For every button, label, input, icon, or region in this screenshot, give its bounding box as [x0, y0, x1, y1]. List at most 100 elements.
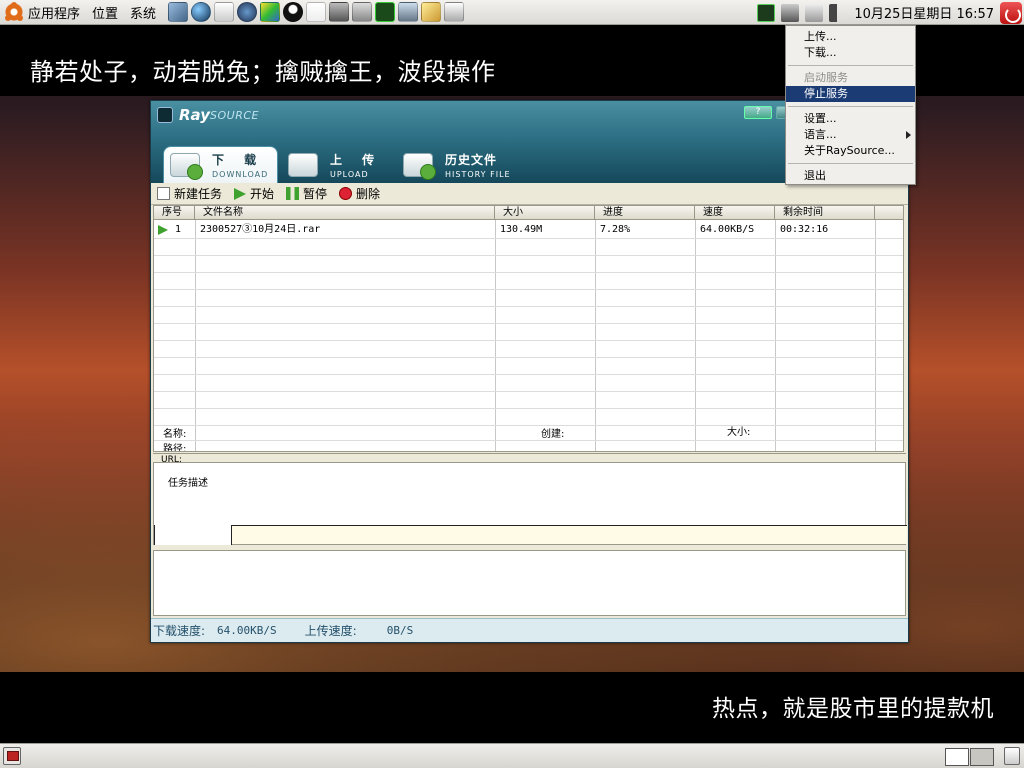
grid-line	[154, 289, 903, 290]
menu-item-download[interactable]: 下载...	[786, 45, 915, 61]
task-description-panel[interactable]: 任务描述	[153, 462, 907, 545]
grid-line	[154, 408, 903, 409]
new-task-label: 新建任务	[174, 187, 223, 201]
row-progress: 7.28%	[600, 224, 631, 235]
grid-line	[154, 255, 903, 256]
menu-item-language[interactable]: 语言...	[786, 127, 915, 143]
grid-line	[154, 306, 903, 307]
power-icon[interactable]	[1000, 1, 1022, 24]
clock[interactable]: 10月25日星期日 16:57	[854, 3, 994, 22]
places-menu-label: 位置	[92, 6, 119, 22]
tab-history-title: 历史文件	[445, 152, 498, 167]
column-header-remaining[interactable]: 剩余时间	[775, 206, 875, 220]
task-description-label: 任务描述	[168, 478, 208, 489]
upload-tab-icon	[288, 152, 318, 177]
tab-download[interactable]: 下 载 DOWNLOAD	[163, 146, 278, 183]
start-button[interactable]: 开始	[234, 185, 274, 202]
detail-path-label: 路径:	[163, 444, 187, 452]
table-header: 序号 文件名称 大小 进度 速度 剩余时间	[154, 206, 903, 220]
applications-menu-label: 应用程序	[28, 6, 81, 22]
menu-item-settings[interactable]: 设置...	[786, 111, 915, 127]
grid-line	[154, 357, 903, 358]
tab-history-subtitle: HISTORY FILE	[445, 169, 511, 179]
delete-button[interactable]: 删除	[339, 185, 380, 202]
tab-upload[interactable]: 上 传 UPLOAD	[282, 146, 392, 183]
grid-line	[154, 425, 903, 426]
menu-separator	[788, 106, 913, 107]
menu-item-upload[interactable]: 上传...	[786, 29, 915, 45]
show-desktop-icon[interactable]	[3, 747, 21, 765]
text-editor-icon[interactable]	[305, 2, 326, 22]
new-task-icon	[157, 187, 170, 200]
log-panel[interactable]	[153, 550, 906, 616]
row-speed: 64.00KB/S	[700, 224, 755, 235]
column-header-spacer	[875, 206, 903, 220]
trash-icon[interactable]	[1004, 747, 1020, 765]
help-button[interactable]: ?	[744, 106, 772, 119]
row-size: 130.49M	[500, 224, 543, 235]
menu-separator	[788, 163, 913, 164]
workspace-switcher-inactive[interactable]	[970, 748, 994, 766]
tab-download-subtitle: DOWNLOAD	[212, 170, 269, 179]
qq-penguin-icon[interactable]	[282, 2, 303, 22]
printer-icon[interactable]	[805, 3, 824, 22]
tab-history[interactable]: 历史文件 HISTORY FILE	[397, 146, 517, 183]
computer-icon[interactable]	[397, 2, 418, 22]
column-header-size[interactable]: 大小	[495, 206, 595, 220]
ubuntu-logo-icon	[4, 2, 24, 22]
mail-icon[interactable]	[213, 2, 234, 22]
menu-item-quit[interactable]: 退出	[786, 168, 915, 184]
menu-item-stop-service[interactable]: 停止服务	[786, 86, 915, 102]
table-row[interactable]: 1 2300527③10月24日.rar 130.49M 7.28% 64.00…	[154, 221, 903, 238]
network-icon[interactable]	[781, 3, 800, 22]
key-icon[interactable]	[420, 2, 441, 22]
grid-line	[154, 374, 903, 375]
upload-speed-value: 0B/S	[386, 624, 414, 637]
downloading-status-icon	[158, 225, 168, 235]
detail-name-label: 名称:	[163, 429, 187, 440]
grid-line	[154, 238, 903, 239]
column-header-index[interactable]: 序号	[154, 206, 195, 220]
raysource-logo-source: SOURCE	[210, 108, 259, 122]
tab-upload-title: 上 传	[330, 152, 383, 167]
pause-icon	[286, 187, 300, 200]
gnome-chart-icon[interactable]	[443, 2, 464, 22]
pause-button[interactable]: 暂停	[286, 185, 327, 202]
volume-icon[interactable]	[829, 3, 848, 22]
detail-created-label: 创建:	[541, 429, 565, 440]
camera-icon[interactable]	[328, 2, 349, 22]
new-task-button[interactable]: 新建任务	[157, 185, 222, 202]
column-header-name[interactable]: 文件名称	[195, 206, 495, 220]
history-tab-icon	[403, 152, 436, 180]
upload-speed-label: 上传速度:	[304, 624, 357, 638]
applications-menu[interactable]: 应用程序	[0, 0, 86, 25]
menu-item-about[interactable]: 关于RaySource...	[786, 143, 915, 159]
detail-size-label: 大小:	[727, 427, 751, 438]
start-label: 开始	[250, 187, 275, 201]
system-menu-label: 系统	[130, 6, 157, 22]
overlay-caption-bottom: 热点，就是股市里的提款机	[712, 696, 994, 722]
description-tab[interactable]	[154, 525, 232, 545]
pause-label: 暂停	[303, 187, 328, 201]
grid-line	[154, 440, 903, 441]
column-header-speed[interactable]: 速度	[695, 206, 775, 220]
description-tabstrip	[154, 525, 907, 545]
help-icon[interactable]	[236, 2, 257, 22]
delete-label: 删除	[356, 187, 381, 201]
cube-icon[interactable]	[167, 2, 188, 22]
row-filename: 2300527③10月24日.rar	[200, 224, 321, 235]
system-monitor-icon[interactable]	[374, 2, 395, 22]
menu-item-start-service: 启动服务	[804, 71, 848, 84]
download-task-table[interactable]: 序号 文件名称 大小 进度 速度 剩余时间 1 2300527③10月24日.r…	[153, 205, 904, 452]
places-menu[interactable]: 位置	[86, 0, 124, 25]
calculator-icon[interactable]	[351, 2, 372, 22]
palette-icon[interactable]	[259, 2, 280, 22]
globe-icon[interactable]	[190, 2, 211, 22]
grid-line	[154, 272, 903, 273]
download-speed-value: 64.00KB/S	[217, 624, 277, 637]
workspace-switcher-active[interactable]	[945, 748, 969, 766]
grid-line	[154, 323, 903, 324]
system-menu[interactable]: 系统	[124, 0, 162, 25]
raysource-tray-icon[interactable]	[757, 3, 776, 22]
column-header-progress[interactable]: 进度	[595, 206, 695, 220]
